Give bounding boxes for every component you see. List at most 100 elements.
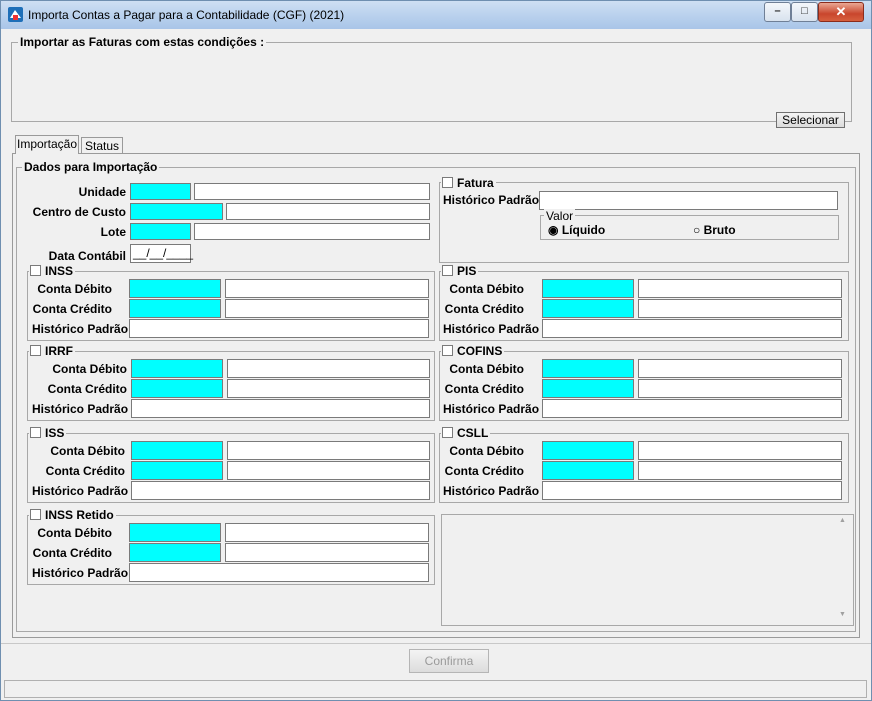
- inss-checkbox[interactable]: [30, 265, 41, 276]
- inss-conta-debito-name-input[interactable]: [225, 279, 429, 298]
- irrf-conta-credito-code-input[interactable]: [131, 379, 223, 398]
- inss-conta-debito-code-input[interactable]: [129, 279, 221, 298]
- pis-legend: PIS: [441, 264, 479, 278]
- cofins-conta-debito-code-input[interactable]: [542, 359, 634, 378]
- inss-conta-credito-label: Conta Crédito: [32, 302, 112, 316]
- cofins-historico-input[interactable]: [542, 399, 842, 418]
- pis-conta-credito-code-input[interactable]: [542, 299, 634, 318]
- memo-area[interactable]: [441, 514, 854, 626]
- pis-checkbox[interactable]: [442, 265, 453, 276]
- maximize-button[interactable]: □: [791, 2, 818, 22]
- inss-conta-credito-code-input[interactable]: [129, 299, 221, 318]
- conditions-group: [11, 42, 852, 122]
- lote-code-input[interactable]: [130, 223, 191, 240]
- iss-conta-credito-name-input[interactable]: [227, 461, 430, 480]
- conditions-legend: Importar as Faturas com estas condições …: [18, 35, 267, 49]
- fatura-historico-input[interactable]: [539, 191, 838, 210]
- confirm-button[interactable]: Confirma: [409, 649, 489, 673]
- irrf-checkbox[interactable]: [30, 345, 41, 356]
- irrf-historico-input[interactable]: [131, 399, 430, 418]
- pis-conta-credito-name-input[interactable]: [638, 299, 842, 318]
- centro-custo-name-input[interactable]: [226, 203, 430, 220]
- inss-retido-conta-credito-name-input[interactable]: [225, 543, 429, 562]
- csll-conta-credito-name-input[interactable]: [638, 461, 842, 480]
- fatura-legend-text: Fatura: [457, 176, 494, 190]
- iss-conta-debito-name-input[interactable]: [227, 441, 430, 460]
- iss-historico-input[interactable]: [131, 481, 430, 500]
- inss-retido-conta-debito-label: Conta Débito: [37, 526, 112, 540]
- cofins-conta-credito-code-input[interactable]: [542, 379, 634, 398]
- import-data-legend: Dados para Importação: [22, 160, 160, 174]
- csll-conta-debito-code-input[interactable]: [542, 441, 634, 460]
- irrf-conta-debito-label: Conta Débito: [52, 362, 127, 376]
- inss-retido-historico-input[interactable]: [129, 563, 429, 582]
- tab-importacao[interactable]: Importação: [15, 135, 79, 154]
- iss-checkbox[interactable]: [30, 427, 41, 438]
- csll-conta-debito-name-input[interactable]: [638, 441, 842, 460]
- iss-conta-credito-label: Conta Crédito: [45, 464, 125, 478]
- fatura-checkbox[interactable]: [442, 177, 453, 188]
- pis-conta-debito-code-input[interactable]: [542, 279, 634, 298]
- inss-retido-legend-text: INSS Retido: [45, 508, 114, 522]
- bruto-radio-icon: ○: [693, 223, 701, 237]
- cofins-conta-debito-label: Conta Débito: [449, 362, 524, 376]
- centro-custo-label: Centro de Custo: [32, 205, 126, 219]
- pis-conta-credito-label: Conta Crédito: [444, 302, 524, 316]
- lote-name-input[interactable]: [194, 223, 430, 240]
- csll-conta-debito-label: Conta Débito: [449, 444, 524, 458]
- pis-legend-text: PIS: [457, 264, 477, 278]
- close-icon: ✕: [835, 4, 847, 19]
- cofins-conta-credito-name-input[interactable]: [638, 379, 842, 398]
- liquido-option[interactable]: ◉ Líquido: [548, 223, 605, 237]
- pis-historico-input[interactable]: [542, 319, 842, 338]
- irrf-conta-credito-name-input[interactable]: [227, 379, 430, 398]
- status-bar: [4, 680, 867, 698]
- iss-legend: ISS: [29, 426, 67, 440]
- csll-conta-credito-label: Conta Crédito: [444, 464, 524, 478]
- inss-historico-label: Histórico Padrão: [32, 322, 129, 336]
- inss-retido-checkbox[interactable]: [30, 509, 41, 520]
- data-contabil-label: Data Contábil: [48, 249, 126, 263]
- inss-legend: INSS: [29, 264, 76, 278]
- liquido-label: Líquido: [561, 223, 606, 237]
- csll-checkbox[interactable]: [442, 427, 453, 438]
- bruto-option[interactable]: ○ Bruto: [693, 223, 736, 237]
- minimize-button[interactable]: –: [764, 2, 791, 22]
- scroll-up-icon[interactable]: ▲: [839, 517, 846, 524]
- scroll-down-icon[interactable]: ▼: [839, 611, 846, 618]
- inss-retido-conta-credito-code-input[interactable]: [129, 543, 221, 562]
- close-button[interactable]: ✕: [818, 2, 864, 22]
- footer-divider: [1, 643, 871, 644]
- unidade-code-input[interactable]: [130, 183, 191, 200]
- select-button[interactable]: Selecionar: [776, 112, 845, 128]
- cofins-checkbox[interactable]: [442, 345, 453, 356]
- inss-retido-conta-debito-code-input[interactable]: [129, 523, 221, 542]
- centro-custo-code-input[interactable]: [130, 203, 223, 220]
- csll-conta-credito-code-input[interactable]: [542, 461, 634, 480]
- irrf-legend-text: IRRF: [45, 344, 73, 358]
- inss-historico-input[interactable]: [129, 319, 429, 338]
- data-contabil-input[interactable]: __/__/____: [130, 244, 193, 263]
- irrf-conta-debito-code-input[interactable]: [131, 359, 223, 378]
- liquido-radio-icon: ◉: [548, 223, 559, 237]
- inss-conta-credito-name-input[interactable]: [225, 299, 429, 318]
- iss-conta-debito-code-input[interactable]: [131, 441, 223, 460]
- iss-conta-credito-code-input[interactable]: [131, 461, 223, 480]
- cofins-conta-debito-name-input[interactable]: [638, 359, 842, 378]
- inss-retido-conta-debito-name-input[interactable]: [225, 523, 429, 542]
- pis-historico-label: Histórico Padrão: [443, 322, 540, 336]
- title-bar[interactable]: Importa Contas a Pagar para a Contabilid…: [1, 1, 871, 29]
- fatura-legend: Fatura: [441, 176, 496, 190]
- inss-retido-conta-credito-label: Conta Crédito: [32, 546, 112, 560]
- inss-retido-historico-label: Histórico Padrão: [32, 566, 129, 580]
- csll-historico-input[interactable]: [542, 481, 842, 500]
- irrf-conta-debito-name-input[interactable]: [227, 359, 430, 378]
- irrf-historico-label: Histórico Padrão: [32, 402, 129, 416]
- memo-scrollbar[interactable]: ▲ ▼: [838, 517, 851, 621]
- tab-status[interactable]: Status: [81, 137, 123, 154]
- main-window: Importa Contas a Pagar para a Contabilid…: [0, 0, 872, 701]
- cofins-historico-label: Histórico Padrão: [443, 402, 540, 416]
- pis-conta-debito-name-input[interactable]: [638, 279, 842, 298]
- unidade-name-input[interactable]: [194, 183, 430, 200]
- valor-legend: Valor: [544, 209, 576, 223]
